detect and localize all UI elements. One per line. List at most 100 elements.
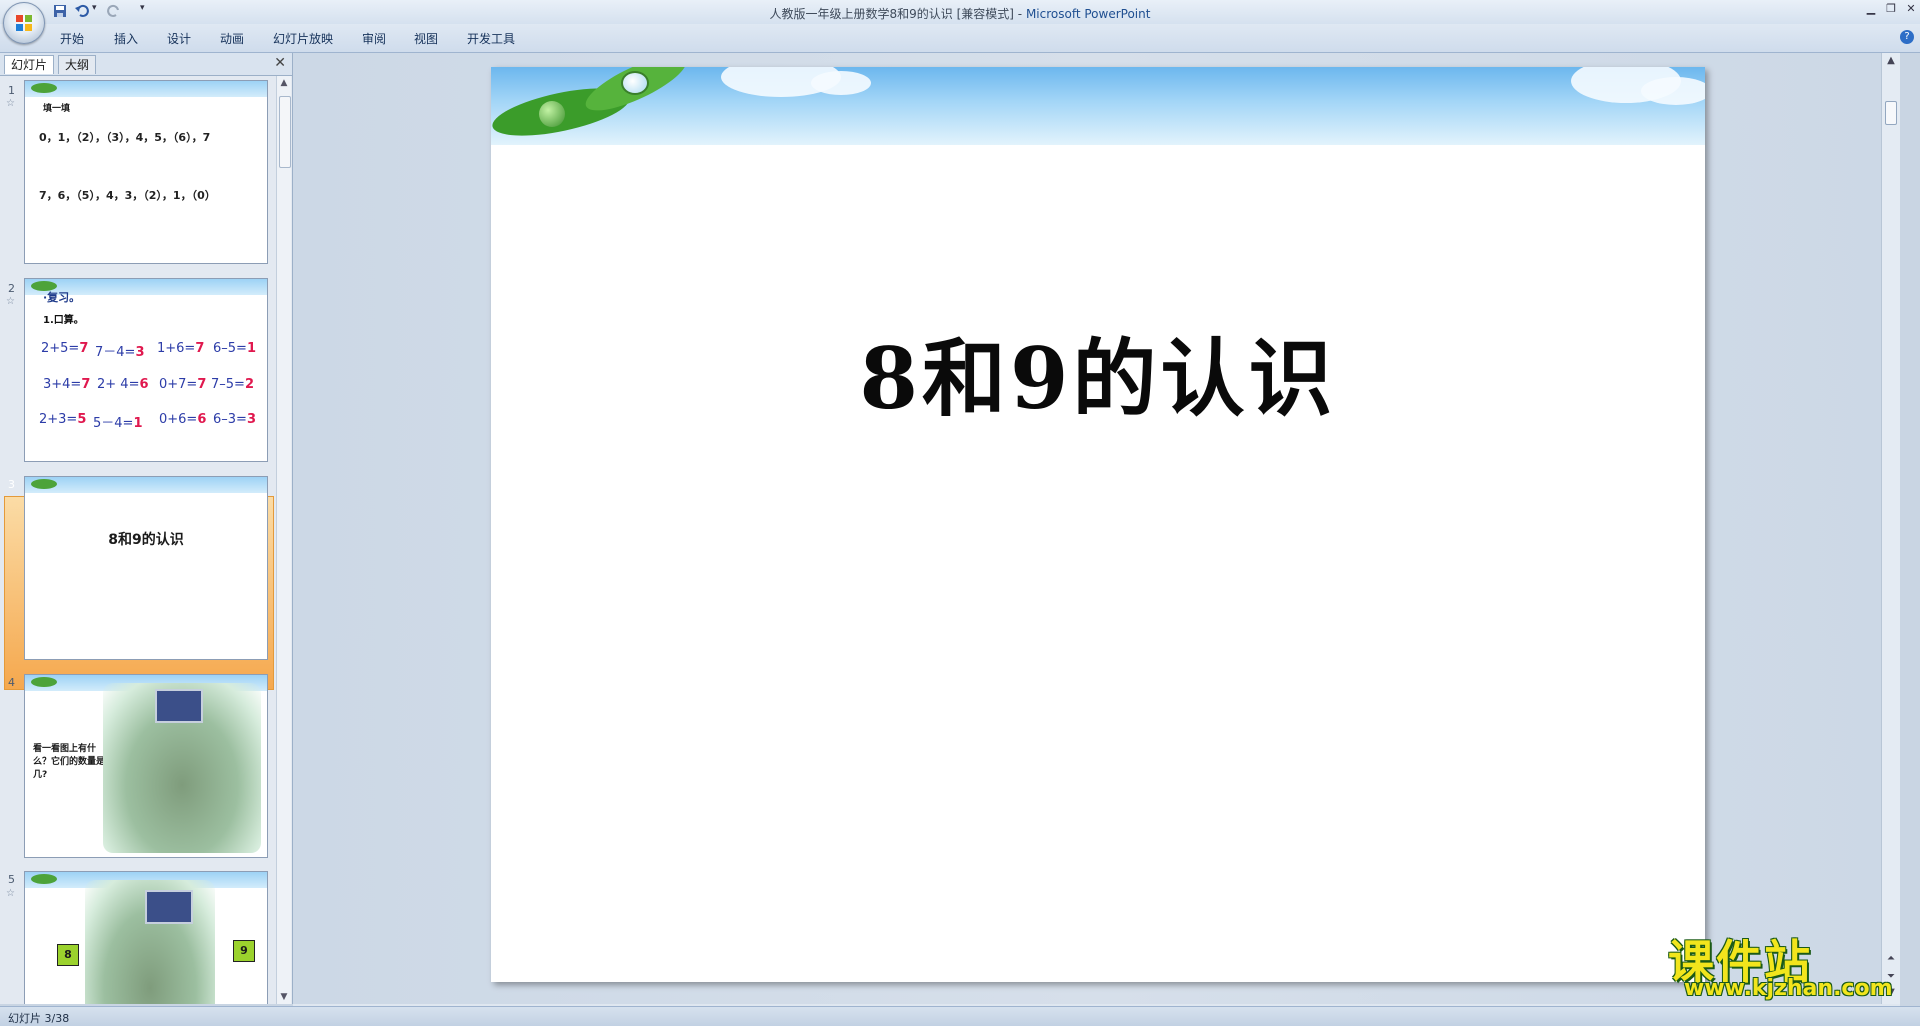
slide-number: 5 [8, 873, 15, 886]
formula-answer: 3 [246, 412, 256, 427]
formula: 6–3=3 [213, 412, 256, 427]
formula-text: 0+6= [159, 412, 198, 427]
formula: 0+7=7 [159, 377, 206, 392]
number-card: 8 [57, 944, 79, 966]
ball-graphic [539, 101, 565, 127]
slide-title[interactable]: 8和9的认识 [491, 312, 1705, 433]
thumbnail-heading: ·复习。 [43, 291, 81, 304]
scroll-up-icon[interactable]: ▲ [1882, 55, 1900, 66]
watermark-logo: 课件站 www.kjzhan.com [1668, 926, 1902, 1001]
close-window-button[interactable]: ✕ [1902, 2, 1920, 16]
formula-answer: 7 [79, 341, 89, 356]
office-button[interactable] [3, 2, 45, 44]
tab-animations[interactable]: 动画 [220, 30, 244, 47]
ribbon-tabs: 开始 插入 设计 动画 幻灯片放映 审阅 视图 开发工具 ? [0, 24, 1920, 53]
scroll-down-icon[interactable]: ▼ [277, 990, 291, 1004]
office-logo-icon [16, 15, 32, 31]
slide-thumbnail-2[interactable]: ·复习。 1.口算。 2+5=7 7－4=3 1+6=7 6–5=1 3+4=7… [24, 278, 268, 462]
minimize-button[interactable]: ▁ [1862, 2, 1880, 16]
watermark-url: www.kjzhan.com [1684, 976, 1893, 1001]
thumbnail-subheading: 1.口算。 [43, 315, 84, 326]
slide-number: 2 [8, 282, 15, 295]
tab-developer[interactable]: 开发工具 [467, 30, 515, 47]
cloud-graphic [811, 71, 871, 95]
animation-star-icon: ☆ [6, 888, 15, 899]
formula-text: 2+5= [41, 341, 80, 356]
thumbnail-header-graphic [25, 477, 267, 493]
formula-text: 7－4= [95, 345, 136, 360]
tab-slide-show[interactable]: 幻灯片放映 [273, 30, 333, 47]
slide-counter: 幻灯片 3/38 [8, 1012, 70, 1025]
formula-text: 5－4= [93, 416, 134, 431]
status-bar: 幻灯片 3/38 [0, 1006, 1920, 1026]
formula: 6–5=1 [213, 341, 256, 356]
animation-star-icon: ☆ [6, 98, 15, 109]
formula: 0+6=6 [159, 412, 206, 427]
title-separator: - [1013, 7, 1026, 21]
current-slide[interactable]: 8和9的认识 [491, 67, 1705, 982]
formula: 7–5=2 [211, 377, 254, 392]
thumbnail-text-line: 0，1，（2），（3），4，5，（6），7 [39, 131, 211, 144]
tab-review[interactable]: 审阅 [362, 30, 386, 47]
snail-graphic [621, 71, 649, 95]
formula-text: 7–5= [211, 377, 245, 392]
scroll-up-icon[interactable]: ▲ [277, 76, 291, 90]
thumbnail-title: 8和9的认识 [108, 532, 184, 548]
formula-text: 2+ 4= [97, 377, 140, 392]
thumbnails-scrollbar[interactable]: ▲ ▼ [276, 76, 291, 1004]
formula: 2+ 4=6 [97, 377, 149, 392]
slides-pane: 幻灯片 大纲 ✕ 1 ☆ 填一填 0，1，（2），（3），4，5，（6），7 7… [0, 53, 293, 1004]
window-title: 人教版一年级上册数学8和9的认识 [兼容模式] - Microsoft Powe… [0, 5, 1920, 22]
thumbnail-header-graphic [25, 81, 267, 97]
slide-number: 3 [8, 478, 15, 491]
slide-thumbnail-3-selected[interactable]: 8和9的认识 [24, 476, 268, 660]
formula-text: 6–3= [213, 412, 247, 427]
close-pane-icon[interactable]: ✕ [274, 55, 286, 71]
pane-tabs: 幻灯片 大纲 ✕ [0, 53, 292, 76]
slide-thumbnail-5[interactable]: 8 9 [24, 871, 268, 1004]
formula-answer: 1 [133, 416, 143, 431]
slide-header-graphic [491, 67, 1705, 145]
formula: 7－4=3 [95, 341, 144, 360]
restore-button[interactable]: ❐ [1882, 2, 1900, 16]
tab-outline[interactable]: 大纲 [58, 55, 97, 74]
tab-home[interactable]: 开始 [60, 30, 84, 47]
slide-thumbnail-4[interactable]: 看一看图上有什么？它们的数量是几? [24, 674, 268, 858]
signboard-illustration [155, 689, 203, 723]
formula-answer: 6 [139, 377, 149, 392]
formula-answer: 7 [81, 377, 91, 392]
slide-number: 4 [8, 676, 15, 689]
slide-editor: 8和9的认识 ▲ ⏶ ⏷ ▼ [293, 53, 1900, 1004]
thumbnail-text: 看一看图上有什么？它们的数量是几? [33, 744, 106, 780]
scrollbar-thumb[interactable] [279, 96, 291, 168]
slide-number: 1 [8, 84, 15, 97]
formula-answer: 2 [244, 377, 254, 392]
scrollbar-thumb[interactable] [1885, 101, 1897, 125]
formula-answer: 7 [197, 377, 207, 392]
formula: 3+4=7 [43, 377, 90, 392]
formula-answer: 7 [195, 341, 205, 356]
formula-answer: 6 [197, 412, 207, 427]
formula: 1+6=7 [157, 341, 204, 356]
formula-text: 3+4= [43, 377, 82, 392]
tab-insert[interactable]: 插入 [114, 30, 138, 47]
title-bar: ▾ ▾ 人教版一年级上册数学8和9的认识 [兼容模式] - Microsoft … [0, 0, 1920, 44]
help-icon[interactable]: ? [1900, 30, 1914, 44]
tab-design[interactable]: 设计 [167, 30, 191, 47]
formula: 5－4=1 [93, 412, 142, 431]
animation-star-icon: ☆ [6, 296, 15, 307]
tab-view[interactable]: 视图 [414, 30, 438, 47]
application-name: Microsoft PowerPoint [1025, 7, 1151, 21]
editor-scrollbar[interactable]: ▲ ⏶ ⏷ ▼ [1881, 53, 1900, 1004]
slide-thumbnails: 1 ☆ 填一填 0，1，（2），（3），4，5，（6），7 7，6，（5），4，… [0, 76, 276, 1004]
thumbnail-text-line: 7，6，（5），4，3，（2），1，（0） [39, 189, 216, 202]
formula-answer: 1 [246, 341, 256, 356]
thumbnail-heading: 填一填 [43, 104, 71, 114]
number-card: 9 [233, 940, 255, 962]
formula: 2+5=7 [41, 341, 88, 356]
formula-text: 1+6= [157, 341, 196, 356]
formula-text: 0+7= [159, 377, 198, 392]
formula-answer: 5 [77, 412, 87, 427]
slide-thumbnail-1[interactable]: 填一填 0，1，（2），（3），4，5，（6），7 7，6，（5），4，3，（2… [24, 80, 268, 264]
tab-slides[interactable]: 幻灯片 [4, 55, 55, 74]
